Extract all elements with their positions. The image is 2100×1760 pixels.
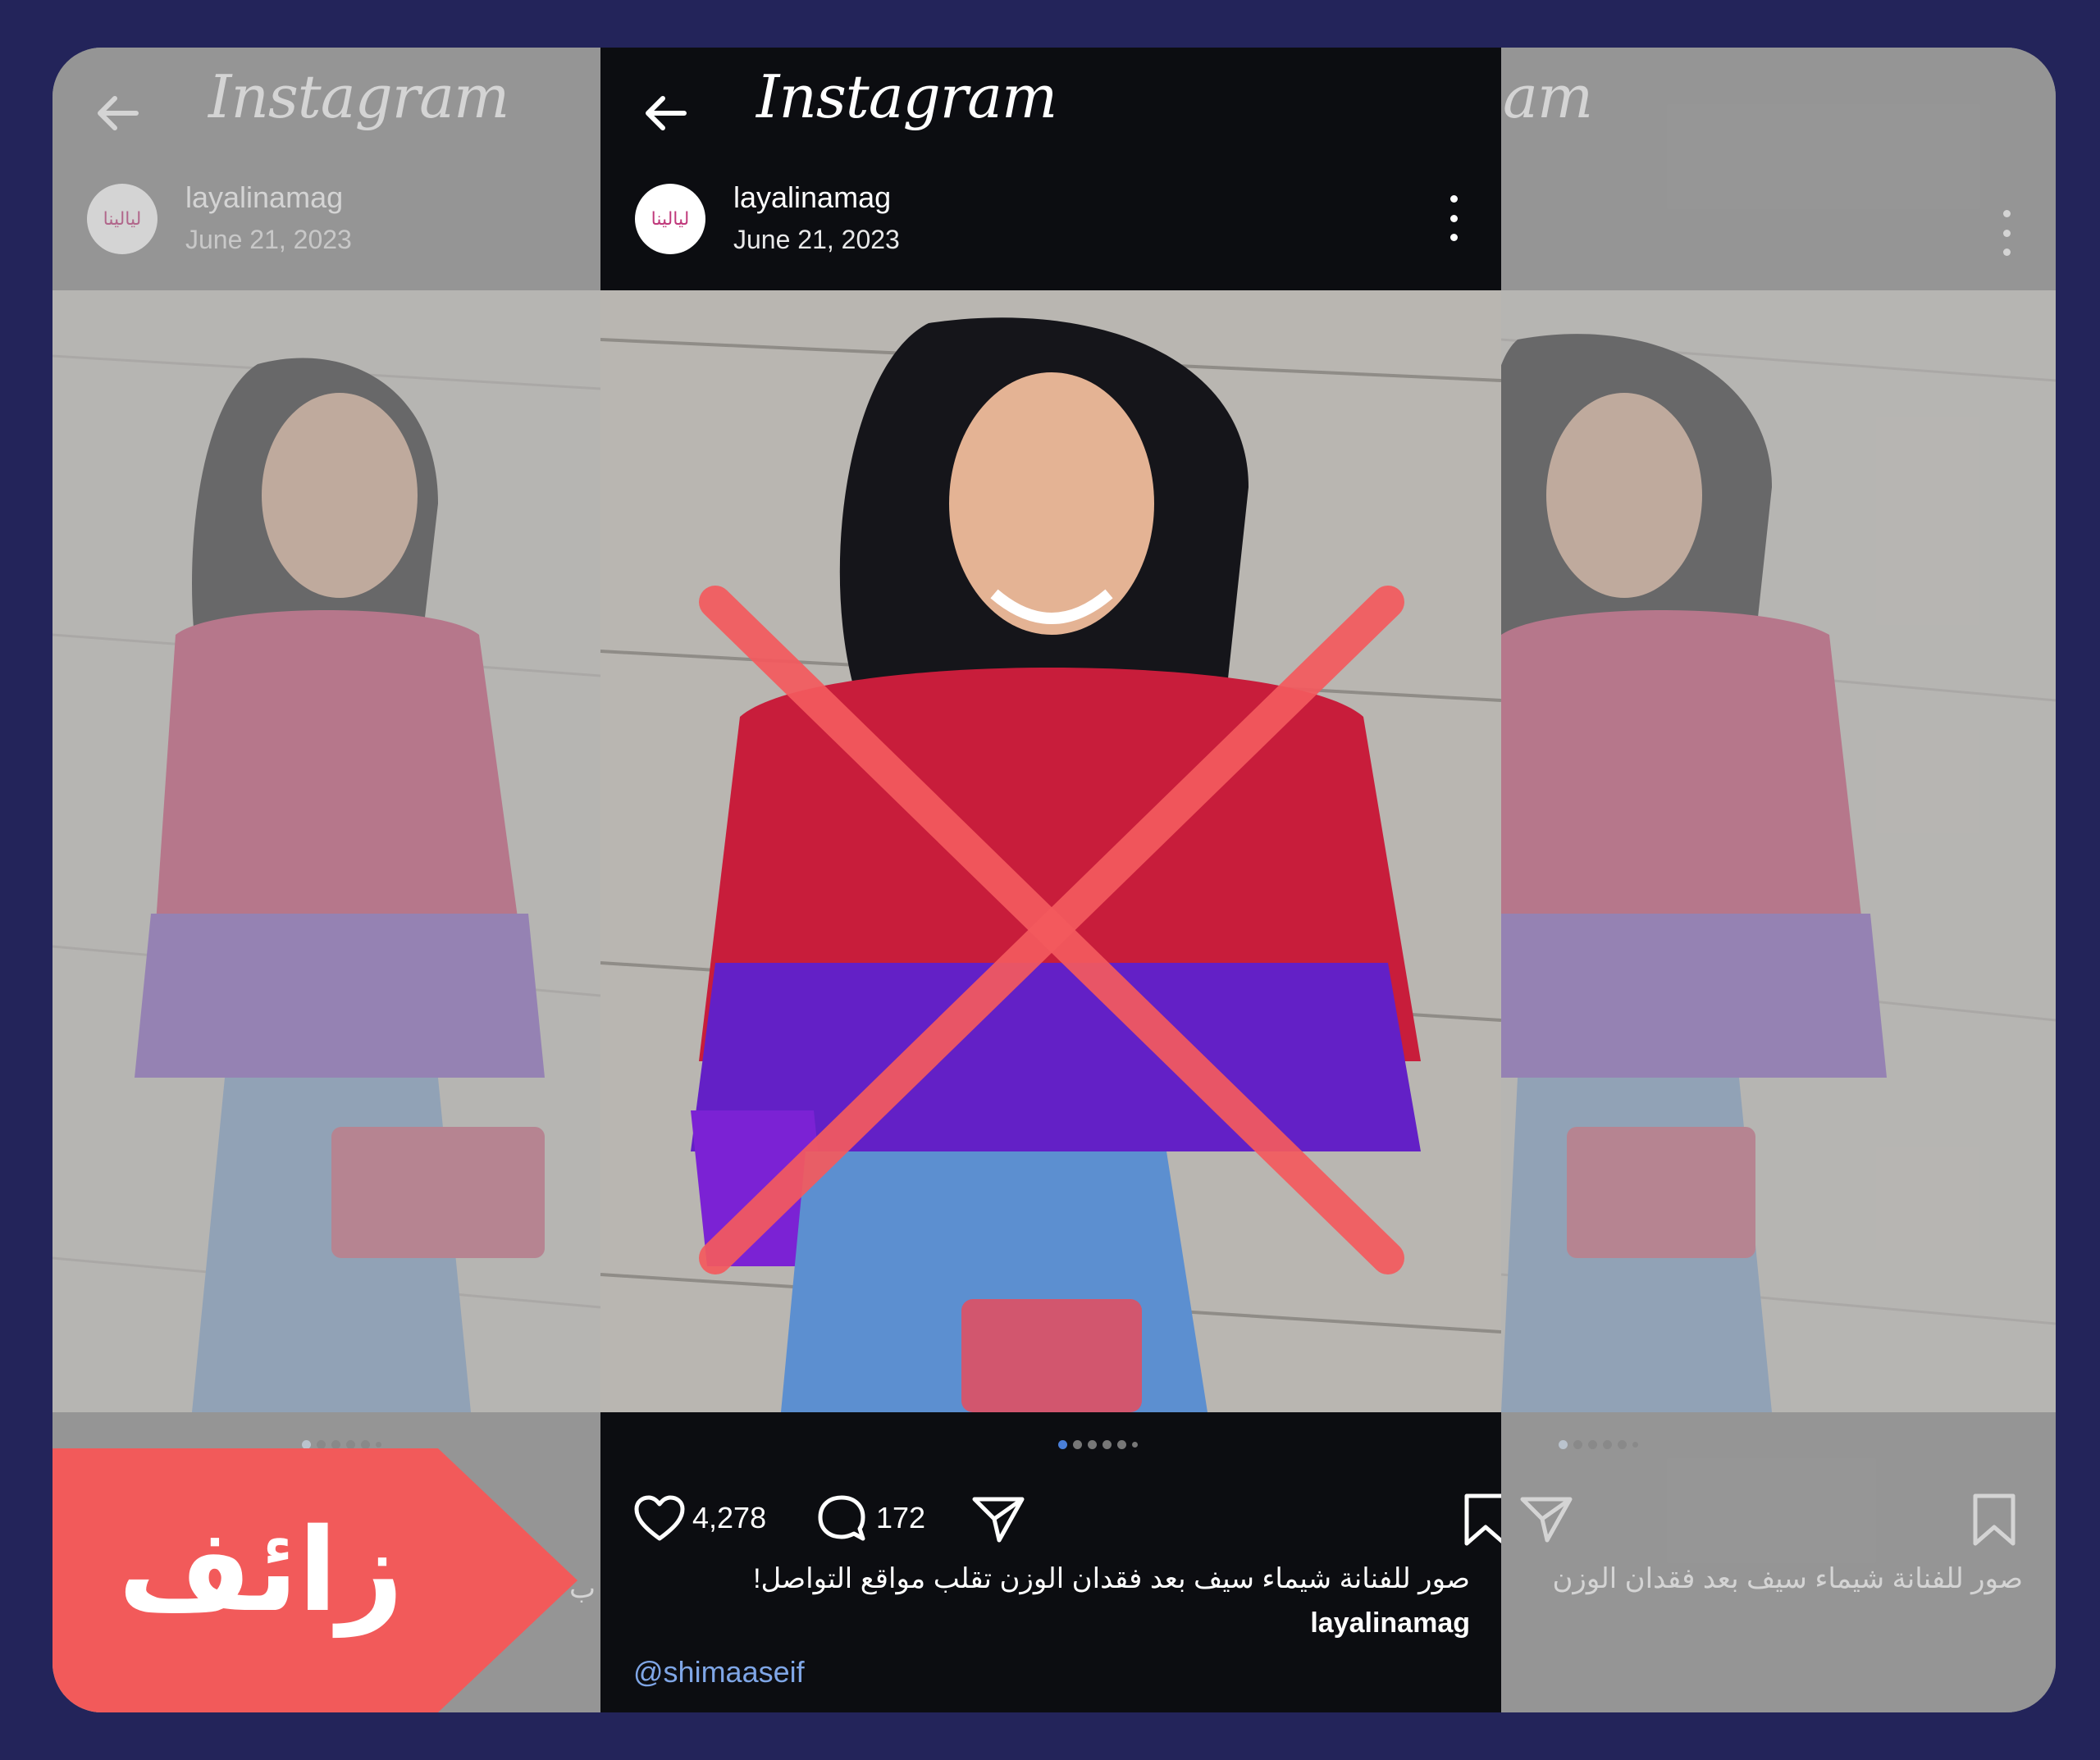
share-icon[interactable] xyxy=(1519,1493,1573,1545)
heart-icon[interactable] xyxy=(633,1494,686,1543)
mention-link[interactable]: @shimaaseif xyxy=(633,1655,805,1689)
avatar[interactable]: ليالينا xyxy=(635,184,705,254)
comment-icon[interactable] xyxy=(815,1493,868,1545)
instagram-logo-fragment: am xyxy=(1503,62,1593,131)
woman-photo-image xyxy=(1501,290,2056,1412)
main-post-photo[interactable] xyxy=(600,290,1501,1412)
left-topbar: Instagram xyxy=(52,48,600,171)
username[interactable]: layalinamag xyxy=(185,180,343,215)
instagram-logo: Instagram xyxy=(208,62,509,131)
avatar[interactable]: ليالينا xyxy=(87,184,158,254)
verdict-label: زائف xyxy=(118,1504,404,1638)
caption-text: صور للفنانة شيماء سيف بعد فقدان الوزن تق… xyxy=(753,1563,1470,1594)
fact-check-card: Instagram ليالينا layalinamag June 21, 2… xyxy=(52,48,2056,1712)
instagram-logo: Instagram xyxy=(756,62,1057,131)
woman-photo-image xyxy=(52,290,600,1412)
share-icon[interactable] xyxy=(971,1493,1025,1545)
bookmark-icon[interactable] xyxy=(1462,1493,1501,1547)
action-bar xyxy=(1501,1483,2056,1557)
comment-count[interactable]: 172 xyxy=(876,1501,925,1535)
post-caption: صور للفنانة شيماء سيف بعد فقدان الوزن تق… xyxy=(633,1557,1470,1645)
verdict-badge: زائف xyxy=(52,1448,578,1712)
post-date: June 21, 2023 xyxy=(185,225,352,254)
right-faded-post: am صور للفنانة شيماء سيف بعد فقدان الوزن xyxy=(1501,48,2056,1712)
main-post: Instagram ليالينا layalinamag June 21, 2… xyxy=(600,48,1501,1712)
more-icon[interactable] xyxy=(1998,210,2015,256)
more-icon[interactable] xyxy=(1445,195,1462,241)
post-date: June 21, 2023 xyxy=(733,225,900,254)
main-user-row: ليالينا layalinamag June 21, 2023 xyxy=(600,179,1501,285)
cross-mark-icon xyxy=(699,586,1404,1274)
left-post-photo xyxy=(52,290,600,1412)
action-bar: 4,278 172 xyxy=(600,1483,1501,1557)
username[interactable]: layalinamag xyxy=(733,180,891,215)
main-topbar: Instagram xyxy=(600,48,1501,171)
right-caption-fragment: صور للفنانة شيماء سيف بعد فقدان الوزن xyxy=(1552,1563,2023,1594)
bookmark-icon[interactable] xyxy=(1970,1493,2018,1547)
left-user-row: ليالينا layalinamag June 21, 2023 xyxy=(52,179,600,285)
right-post-photo xyxy=(1501,290,2056,1412)
like-count[interactable]: 4,278 xyxy=(692,1501,766,1535)
back-arrow-icon[interactable] xyxy=(85,80,151,146)
back-arrow-icon[interactable] xyxy=(633,80,699,146)
caption-username[interactable]: layalinamag xyxy=(1310,1607,1470,1639)
carousel-dots xyxy=(600,1437,1501,1453)
carousel-dots xyxy=(1501,1437,2056,1453)
